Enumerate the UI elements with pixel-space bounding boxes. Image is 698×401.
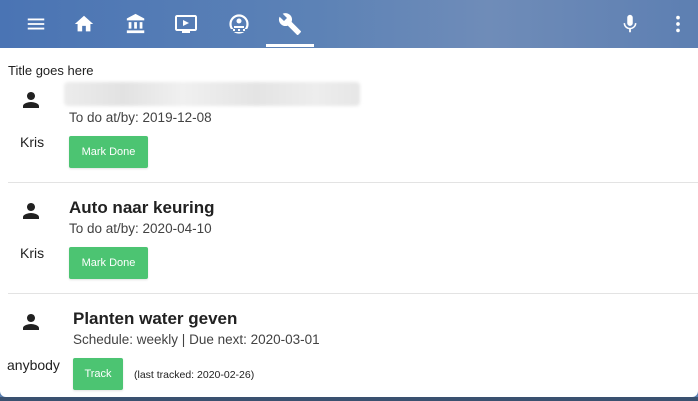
item-due-date: To do at/by: 2020-04-10 xyxy=(69,221,212,236)
mark-done-button[interactable]: Mark Done xyxy=(69,247,148,279)
home-icon[interactable] xyxy=(60,0,108,48)
item-assignee: anybody xyxy=(7,357,60,373)
person-icon xyxy=(23,92,39,108)
page-bottom-strip xyxy=(0,397,698,401)
item-due-date: To do at/by: 2019-12-08 xyxy=(69,110,212,125)
card-title: Title goes here xyxy=(8,63,94,78)
item-schedule: Schedule: weekly | Due next: 2020-03-01 xyxy=(73,332,320,347)
last-tracked-text: (last tracked: 2020-02-26) xyxy=(134,369,255,381)
chores-card: Title goes here To do at/by: 2019-12-08 … xyxy=(0,48,698,397)
microphone-icon[interactable] xyxy=(606,0,654,48)
mark-done-button[interactable]: Mark Done xyxy=(69,136,148,168)
item-assignee: Kris xyxy=(20,245,45,261)
active-tab-indicator xyxy=(266,44,314,47)
wrench-icon[interactable] xyxy=(266,0,314,48)
item-divider xyxy=(8,182,698,183)
dots-vertical-icon[interactable] xyxy=(654,0,698,48)
menu-icon[interactable] xyxy=(12,0,60,48)
person-icon xyxy=(23,203,39,219)
tv-play-icon[interactable] xyxy=(162,0,210,48)
top-toolbar xyxy=(0,0,698,48)
bank-icon[interactable] xyxy=(112,0,160,48)
item-divider xyxy=(8,293,698,294)
item-assignee: Kris xyxy=(20,134,45,150)
robot-vacuum-icon[interactable] xyxy=(215,0,263,48)
track-button[interactable]: Track xyxy=(73,358,123,390)
item-name-blurred xyxy=(64,82,360,106)
item-name: Auto naar keuring xyxy=(69,198,215,217)
item-name: Planten water geven xyxy=(73,309,238,328)
person-icon xyxy=(23,314,39,330)
